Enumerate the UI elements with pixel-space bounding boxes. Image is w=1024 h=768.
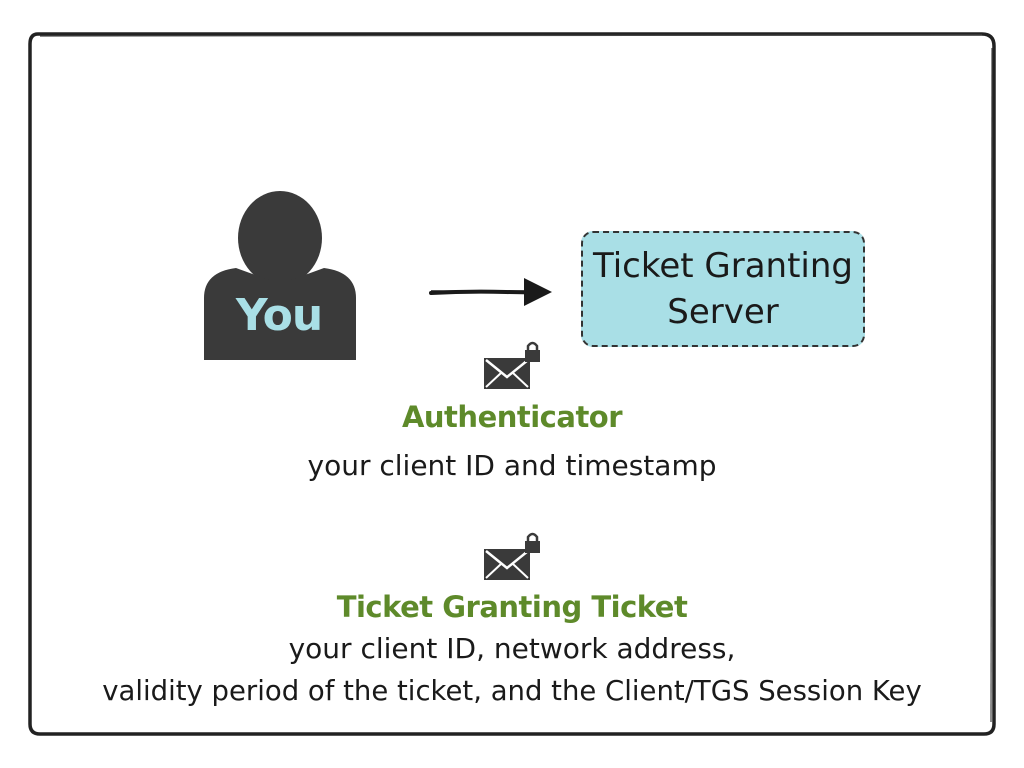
tgt-title: Ticket Granting Ticket <box>336 590 688 624</box>
client-you-label: You <box>235 290 323 341</box>
authenticator-title: Authenticator <box>401 400 623 434</box>
server-label-line2: Server <box>667 292 779 332</box>
server-label-line1: Ticket Granting <box>592 246 853 286</box>
authenticator-description: your client ID and timestamp <box>307 449 717 482</box>
diagram-canvas: You Ticket Granting Server Authenticator… <box>0 0 1024 768</box>
locked-envelope-icon <box>484 341 540 389</box>
request-arrow <box>429 278 552 306</box>
ticket-granting-server-box: Ticket Granting Server <box>581 231 865 347</box>
tgt-description-line2: validity period of the ticket, and the C… <box>102 675 922 707</box>
tgt-description-line1: your client ID, network address, <box>288 632 736 665</box>
locked-envelope-icon <box>484 532 540 580</box>
